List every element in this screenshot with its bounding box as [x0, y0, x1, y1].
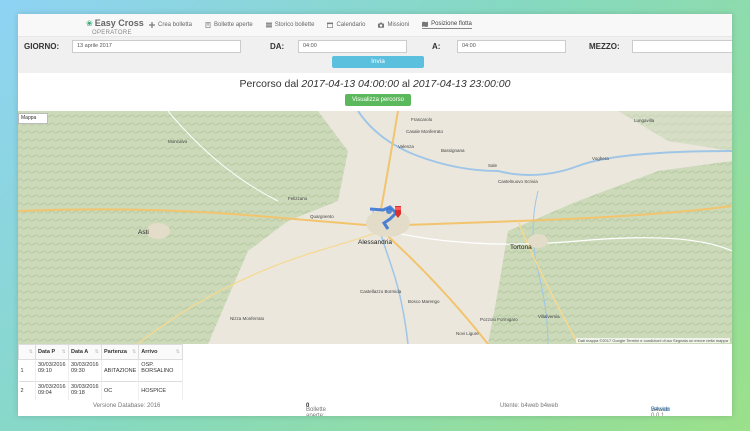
sort-icon: ⇅: [175, 349, 180, 355]
document-icon: [205, 22, 211, 28]
map-canvas: [18, 111, 732, 344]
nav-item-storico-bollette[interactable]: Storico bollette: [265, 21, 315, 29]
sort-icon: ⇅: [132, 349, 137, 355]
brand-name: Easy Cross: [94, 18, 144, 28]
table-row[interactable]: 1 30/03/2016 09:10 30/03/2016 09:30 ABIT…: [18, 359, 183, 382]
nav-item-label: Storico bollette: [274, 22, 315, 28]
column-header[interactable]: Partenza ⇅: [100, 344, 140, 360]
day-label: GIORNO:: [24, 42, 60, 51]
map-place-label: Moncalvo: [168, 139, 188, 144]
column-header[interactable]: Arrivo ⇅: [138, 344, 183, 360]
map-attribution: Dati mappa ©2017 Google Termini e condiz…: [575, 338, 730, 343]
vehicle-select[interactable]: [632, 40, 732, 53]
route-start: 2017-04-13 04:00:00: [301, 78, 399, 90]
route-middle: al: [401, 78, 411, 90]
map-place-label: Quargnento: [310, 214, 334, 219]
table-header-row: ⇅ Data P ⇅ Data A ⇅ Partenza ⇅ Arrivo ⇅: [18, 344, 183, 360]
map-place-label: Bosco Marengo: [408, 299, 440, 304]
cell-arrival: OSP. BORSALINO: [138, 359, 183, 382]
map-place-label: Felizzano: [288, 196, 308, 201]
map-place-label: Castellazzo Bormida: [360, 289, 402, 294]
nav-item-label: Missioni: [387, 22, 410, 28]
app-window: ❀ Easy Cross OPERATORE Crea bolletta Boll…: [18, 14, 732, 416]
map-place-label: Casale Monferrato: [406, 129, 444, 134]
nav-item-label: Crea bolletta: [158, 22, 193, 28]
user-role: OPERATORE: [92, 30, 132, 36]
map-place-label: Sale: [488, 163, 498, 168]
nav-item-posizione-flotta[interactable]: Posizione flotta: [422, 21, 472, 29]
to-time-input[interactable]: 04:00: [457, 40, 566, 53]
column-header[interactable]: ⇅: [18, 344, 36, 360]
map-place-label: Valenza: [398, 144, 414, 149]
day-input[interactable]: 13 aprile 2017: [72, 40, 241, 53]
nav-item-label: Posizione flotta: [431, 21, 472, 27]
footer-open-bills: Bollette aperte: 0: [306, 403, 327, 416]
brand-logo[interactable]: ❀ Easy Cross: [86, 18, 144, 28]
route-title: Percorso dal 2017-04-13 04:00:00 al 2017…: [18, 78, 732, 90]
map-place-label: Castelnuovo Scrivia: [498, 179, 538, 184]
map-type-control[interactable]: Mappa: [18, 113, 48, 124]
cell-date-a: 30/03/2016 09:30: [68, 359, 102, 382]
map-place-label: Voghera: [592, 156, 609, 161]
top-navbar: ❀ Easy Cross OPERATORE Crea bolletta Boll…: [18, 14, 732, 37]
nav-item-crea-bolletta[interactable]: Crea bolletta: [149, 21, 192, 29]
map-place-label: Villalvernia: [538, 314, 560, 319]
footer-user: Utente: b4web b4web: [500, 403, 559, 409]
calendar-icon: [327, 22, 334, 28]
cell-date-p: 30/03/2016 09:10: [35, 359, 69, 382]
cell-index: 1: [18, 359, 36, 382]
nav-item-label: Bollette aperte: [214, 22, 253, 28]
visualize-route-button[interactable]: Visualizza percorso: [345, 94, 411, 106]
leaf-icon: ❀: [86, 19, 93, 28]
plus-icon: [149, 22, 155, 28]
map-view[interactable]: Mappa Asti Alessandria Tortona Valenza Voghe…: [18, 111, 732, 344]
map-place-label: Frascarolo: [411, 117, 433, 122]
map-place-label: Pozzolo Formigaro: [480, 317, 518, 322]
nav-menu: Crea bolletta Bollette aperte Storico bo…: [149, 21, 485, 29]
route-end: 2017-04-13 23:00:00: [412, 78, 511, 90]
map-place-label: Lungavilla: [634, 118, 655, 123]
camera-icon: [378, 22, 385, 28]
sort-icon: ⇅: [61, 349, 66, 355]
page-footer: Versione Database: 2016 Bollette aperte:…: [93, 403, 671, 416]
sort-icon: ⇅: [94, 349, 99, 355]
cell-index: 2: [18, 381, 36, 400]
cell-departure: OC: [101, 381, 140, 400]
from-time-input[interactable]: 04:00: [298, 40, 407, 53]
nav-item-missioni[interactable]: Missioni: [378, 21, 409, 29]
nav-item-label: Calendario: [336, 22, 366, 28]
cell-arrival: HOSPICE: [138, 381, 183, 400]
cell-date-p: 30/03/2016 09:04: [35, 381, 69, 400]
map-place-label: Nizza Monferrato: [230, 316, 265, 321]
nav-item-bollette-aperte[interactable]: Bollette aperte: [205, 21, 253, 29]
column-header[interactable]: Data P ⇅: [35, 344, 69, 360]
to-label: A:: [432, 42, 441, 51]
from-label: DA:: [270, 42, 285, 51]
map-place-label: Bassignana: [441, 148, 465, 153]
cell-departure: ABITAZIONE: [101, 359, 140, 382]
cell-date-a: 30/03/2016 09:18: [68, 381, 102, 400]
map-place-label: Alessandria: [358, 239, 392, 246]
nav-item-calendario[interactable]: Calendario: [327, 21, 365, 29]
company-link[interactable]: B4web: [651, 407, 669, 413]
vehicle-label: MEZZO:: [589, 42, 620, 51]
missions-table: ⇅ Data P ⇅ Data A ⇅ Partenza ⇅ Arrivo ⇅ 1 30…: [18, 344, 183, 400]
map-place-label: Asti: [138, 229, 149, 236]
map-icon: [422, 21, 429, 27]
column-header[interactable]: Data A ⇅: [68, 344, 102, 360]
map-place-label: Tortona: [510, 244, 532, 251]
route-prefix: Percorso dal: [239, 78, 299, 90]
sort-icon: ⇅: [28, 349, 33, 355]
map-place-label: Novi Ligure: [456, 331, 479, 336]
footer-db-version: Versione Database: 2016: [93, 403, 161, 409]
table-row[interactable]: 2 30/03/2016 09:04 30/03/2016 09:18 OC H…: [18, 381, 183, 400]
submit-button[interactable]: Invia: [332, 56, 424, 68]
list-icon: [265, 22, 272, 28]
